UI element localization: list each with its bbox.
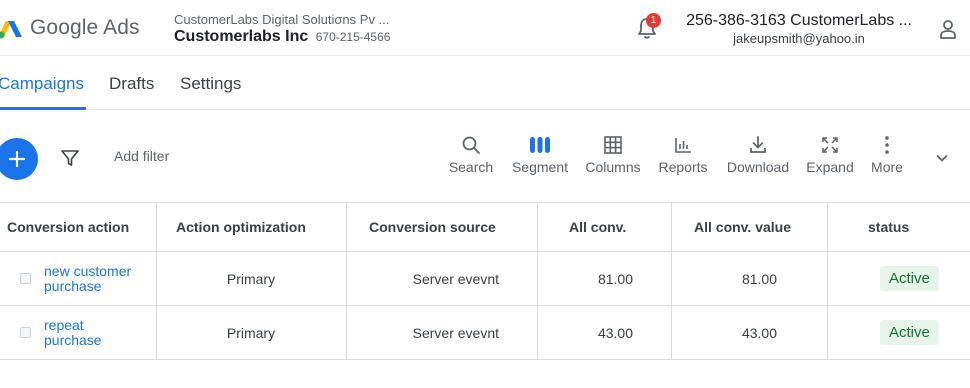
download-icon: [750, 136, 766, 153]
columns-icon: [604, 136, 622, 154]
table-header-row: Conversion action Action optimization Co…: [0, 203, 970, 252]
more-icon: [885, 136, 889, 154]
segment-label: Segment: [511, 159, 569, 175]
header-all-conv[interactable]: All conv.: [538, 203, 671, 251]
all-conv-cell: 81.00: [597, 270, 633, 287]
notification-badge: 1: [646, 13, 661, 28]
filter-icon: [61, 150, 79, 166]
table-toolbar: Add filter Search Segment Columns Report…: [0, 110, 970, 202]
tab-settings[interactable]: Settings: [180, 74, 241, 94]
page-tabs: Campaigns Drafts Settings: [0, 56, 970, 110]
optimization-cell: Primary: [226, 270, 276, 287]
all-conv-value-cell: 43.00: [741, 324, 777, 341]
tab-drafts[interactable]: Drafts: [109, 74, 154, 94]
all-conv-value-cell: 81.00: [741, 270, 777, 287]
filter-button[interactable]: [60, 148, 80, 168]
add-filter-link[interactable]: Add filter: [114, 148, 169, 164]
segment-icon: [530, 137, 550, 153]
profile-button[interactable]: [936, 17, 960, 43]
table-row: new customer purchase Primary Server eve…: [0, 252, 970, 306]
account-sub-name: CustomerLabs Digital Solutiσns Pv ...: [174, 12, 390, 27]
columns-button[interactable]: Columns: [583, 134, 643, 175]
search-button[interactable]: Search: [447, 134, 495, 175]
expand-icon: [822, 137, 838, 153]
reports-label: Reports: [658, 159, 708, 175]
optimization-cell: Primary: [226, 324, 276, 341]
reports-icon: [675, 138, 691, 153]
columns-label: Columns: [585, 159, 641, 175]
conversion-actions-table: Conversion action Action optimization Co…: [0, 202, 970, 360]
user-account-label: 256-386-3163 CustomerLabs ...: [686, 12, 912, 29]
source-cell: Server evevnt: [412, 324, 499, 341]
logo-text: Google Ads: [30, 16, 140, 39]
chevron-down-icon: [936, 154, 948, 162]
row-checkbox[interactable]: [20, 273, 31, 284]
google-ads-logo-icon: [0, 21, 22, 39]
more-label: More: [871, 159, 903, 175]
source-cell: Server evevnt: [412, 270, 499, 287]
expand-label: Expand: [806, 159, 854, 175]
account-name: Customerlabs Inc 670-215-4566: [174, 28, 390, 46]
account-switcher[interactable]: CustomerLabs Digital Solutiσns Pv ... Cu…: [174, 12, 390, 46]
row-checkbox[interactable]: [20, 327, 31, 338]
more-button[interactable]: More: [868, 134, 906, 175]
top-header: Google Ads CustomerLabs Digital Solutiσn…: [0, 0, 970, 56]
table-row: repeat purchase Primary Server evevnt 43…: [0, 306, 970, 360]
notifications-button[interactable]: 1: [636, 13, 661, 42]
status-badge: Active: [880, 266, 939, 291]
reports-button[interactable]: Reports: [656, 134, 710, 175]
header-status[interactable]: status: [828, 203, 970, 251]
collapse-toolbar-button[interactable]: [934, 150, 950, 166]
header-action-optimization[interactable]: Action optimization: [156, 203, 346, 251]
header-all-conv-value[interactable]: All conv. value: [672, 203, 827, 251]
tab-campaigns[interactable]: Campaigns: [0, 74, 84, 94]
user-email: jakeupsmith@yahoo.in: [733, 31, 865, 46]
expand-button[interactable]: Expand: [804, 134, 856, 175]
all-conv-cell: 43.00: [597, 324, 633, 341]
add-button[interactable]: [0, 138, 38, 180]
account-name-text: Customerlabs Inc: [174, 28, 309, 45]
search-icon: [462, 136, 480, 154]
status-badge: Active: [880, 320, 939, 345]
header-conversion-source[interactable]: Conversion source: [347, 203, 537, 251]
person-icon: [940, 20, 956, 39]
search-label: Search: [448, 159, 494, 175]
download-button[interactable]: Download: [724, 134, 792, 175]
conversion-action-link[interactable]: repeat purchase: [44, 317, 114, 348]
google-ads-logo[interactable]: Google Ads: [0, 14, 140, 42]
header-conversion-action[interactable]: Conversion action: [7, 203, 155, 251]
account-id: 670-215-4566: [315, 30, 391, 44]
conversion-action-link[interactable]: new customer purchase: [44, 263, 150, 294]
plus-icon: [8, 150, 26, 168]
user-account-info[interactable]: 256-386-3163 CustomerLabs ... jakeupsmit…: [686, 12, 912, 48]
download-label: Download: [726, 159, 790, 175]
segment-button[interactable]: Segment: [509, 134, 571, 175]
